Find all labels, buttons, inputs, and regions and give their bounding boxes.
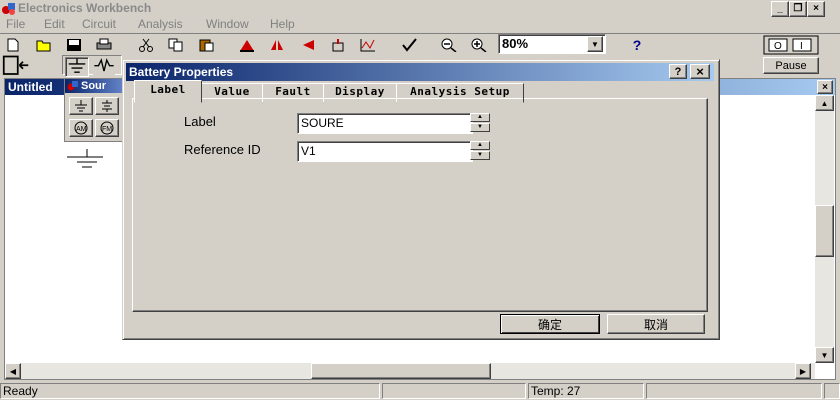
- horizontal-scroll-thumb[interactable]: [311, 363, 491, 379]
- zoom-select[interactable]: 80% ▼: [498, 34, 606, 54]
- reference-id-caption: Reference ID: [184, 142, 261, 157]
- menu-edit[interactable]: Edit: [44, 16, 65, 32]
- menu-circuit[interactable]: Circuit: [82, 16, 116, 32]
- parts-bin-window: Sour AM FM: [64, 78, 128, 142]
- zoom-value: 80%: [502, 36, 529, 51]
- print-icon[interactable]: [93, 35, 115, 55]
- label-input-value: SOURE: [301, 116, 344, 130]
- svg-text:AM: AM: [76, 126, 87, 133]
- open-folder-icon[interactable]: [33, 35, 55, 55]
- label-input[interactable]: SOURE: [297, 113, 473, 134]
- resize-grip[interactable]: [824, 383, 840, 399]
- circuit-window-title: Untitled: [8, 80, 53, 94]
- tab-analysis-setup[interactable]: Analysis Setup: [396, 83, 524, 103]
- dialog-close-button[interactable]: ×: [690, 64, 710, 79]
- tab-fault[interactable]: Fault: [262, 83, 324, 103]
- parts-bin-toggle-icon[interactable]: [2, 55, 30, 75]
- dialog-help-button[interactable]: ?: [669, 64, 687, 79]
- spin-down-icon[interactable]: ▼: [470, 123, 490, 132]
- dialog-titlebar: Battery Properties: [126, 63, 714, 81]
- basic-bin-icon[interactable]: [93, 57, 115, 75]
- menu-window[interactable]: Window: [206, 16, 249, 32]
- status-ready: Ready: [0, 383, 380, 399]
- menu-file[interactable]: File: [6, 16, 25, 32]
- paste-icon[interactable]: [195, 35, 217, 55]
- power-switch[interactable]: OI: [763, 35, 819, 55]
- app-title: Electronics Workbench: [18, 1, 152, 15]
- zoom-out-icon[interactable]: [438, 35, 460, 55]
- spin-down-icon[interactable]: ▼: [470, 151, 490, 160]
- menu-analysis[interactable]: Analysis: [138, 16, 183, 32]
- reference-id-value: V1: [301, 144, 316, 158]
- scroll-left-icon[interactable]: ◀: [5, 363, 21, 379]
- horizontal-scrollbar[interactable]: ◀ ▶: [5, 363, 815, 379]
- vertical-scrollbar[interactable]: ▲ ▼: [815, 95, 834, 363]
- status-temp: Temp: 27: [528, 383, 644, 399]
- tab-label[interactable]: Label: [134, 80, 202, 103]
- subcircuit-icon[interactable]: [327, 35, 349, 55]
- ground-symbol-icon[interactable]: [67, 149, 107, 175]
- rotate-icon[interactable]: [236, 35, 258, 55]
- spin-up-icon[interactable]: ▲: [470, 113, 490, 122]
- menu-help[interactable]: Help: [270, 16, 295, 32]
- chevron-down-icon[interactable]: ▼: [587, 36, 603, 52]
- flip-vertical-icon[interactable]: [297, 35, 319, 55]
- copy-icon[interactable]: [165, 35, 187, 55]
- zoom-in-icon[interactable]: [468, 35, 490, 55]
- ok-button[interactable]: 确定: [500, 314, 600, 334]
- circuit-close-button[interactable]: ×: [817, 80, 833, 94]
- power-switch-icon: OI: [763, 35, 819, 55]
- vertical-scroll-thumb[interactable]: [815, 205, 834, 257]
- spin-up-icon[interactable]: ▲: [470, 141, 490, 150]
- restore-button[interactable]: ❐: [789, 1, 807, 17]
- help-button[interactable]: ?: [623, 35, 651, 55]
- svg-text:O: O: [774, 41, 782, 52]
- label-spinner[interactable]: ▲ ▼: [470, 113, 490, 132]
- sources-bin-icon[interactable]: [65, 57, 89, 77]
- fm-source-icon[interactable]: FM: [95, 119, 119, 137]
- svg-text:I: I: [800, 41, 803, 52]
- scroll-down-icon[interactable]: ▼: [815, 347, 834, 363]
- reference-id-input[interactable]: V1: [297, 141, 473, 162]
- save-icon[interactable]: [63, 35, 85, 55]
- battery-part-icon[interactable]: [95, 97, 119, 115]
- scroll-up-icon[interactable]: ▲: [815, 95, 834, 111]
- toolbar-divider: [0, 33, 840, 34]
- status-blank: [382, 383, 526, 399]
- tab-value[interactable]: Value: [201, 83, 263, 103]
- parts-bin-titlebar: Sour: [65, 79, 127, 93]
- svg-text:FM: FM: [102, 126, 112, 133]
- status-extra: [646, 383, 822, 399]
- reference-id-spinner[interactable]: ▲ ▼: [470, 141, 490, 160]
- pause-button[interactable]: Pause: [763, 57, 819, 74]
- label-caption: Label: [184, 114, 216, 129]
- tab-display[interactable]: Display: [323, 83, 397, 103]
- close-app-button[interactable]: ×: [807, 1, 825, 17]
- app-titlebar: Electronics Workbench _ ❐ ×: [0, 0, 840, 17]
- am-source-icon[interactable]: AM: [69, 119, 93, 137]
- parts-bin-title: Sour: [81, 80, 107, 92]
- parts-bin-logo-icon: [67, 81, 78, 91]
- flip-horizontal-icon[interactable]: [266, 35, 288, 55]
- minimize-button[interactable]: _: [771, 1, 789, 17]
- graph-icon[interactable]: [357, 35, 379, 55]
- ground-part-icon[interactable]: [69, 97, 93, 115]
- component-properties-icon[interactable]: [398, 35, 420, 55]
- dialog-title: Battery Properties: [129, 65, 234, 79]
- app-logo-icon: [2, 3, 15, 15]
- cancel-button[interactable]: 取消: [607, 314, 705, 334]
- cut-icon[interactable]: [135, 35, 157, 55]
- scroll-right-icon[interactable]: ▶: [795, 363, 811, 379]
